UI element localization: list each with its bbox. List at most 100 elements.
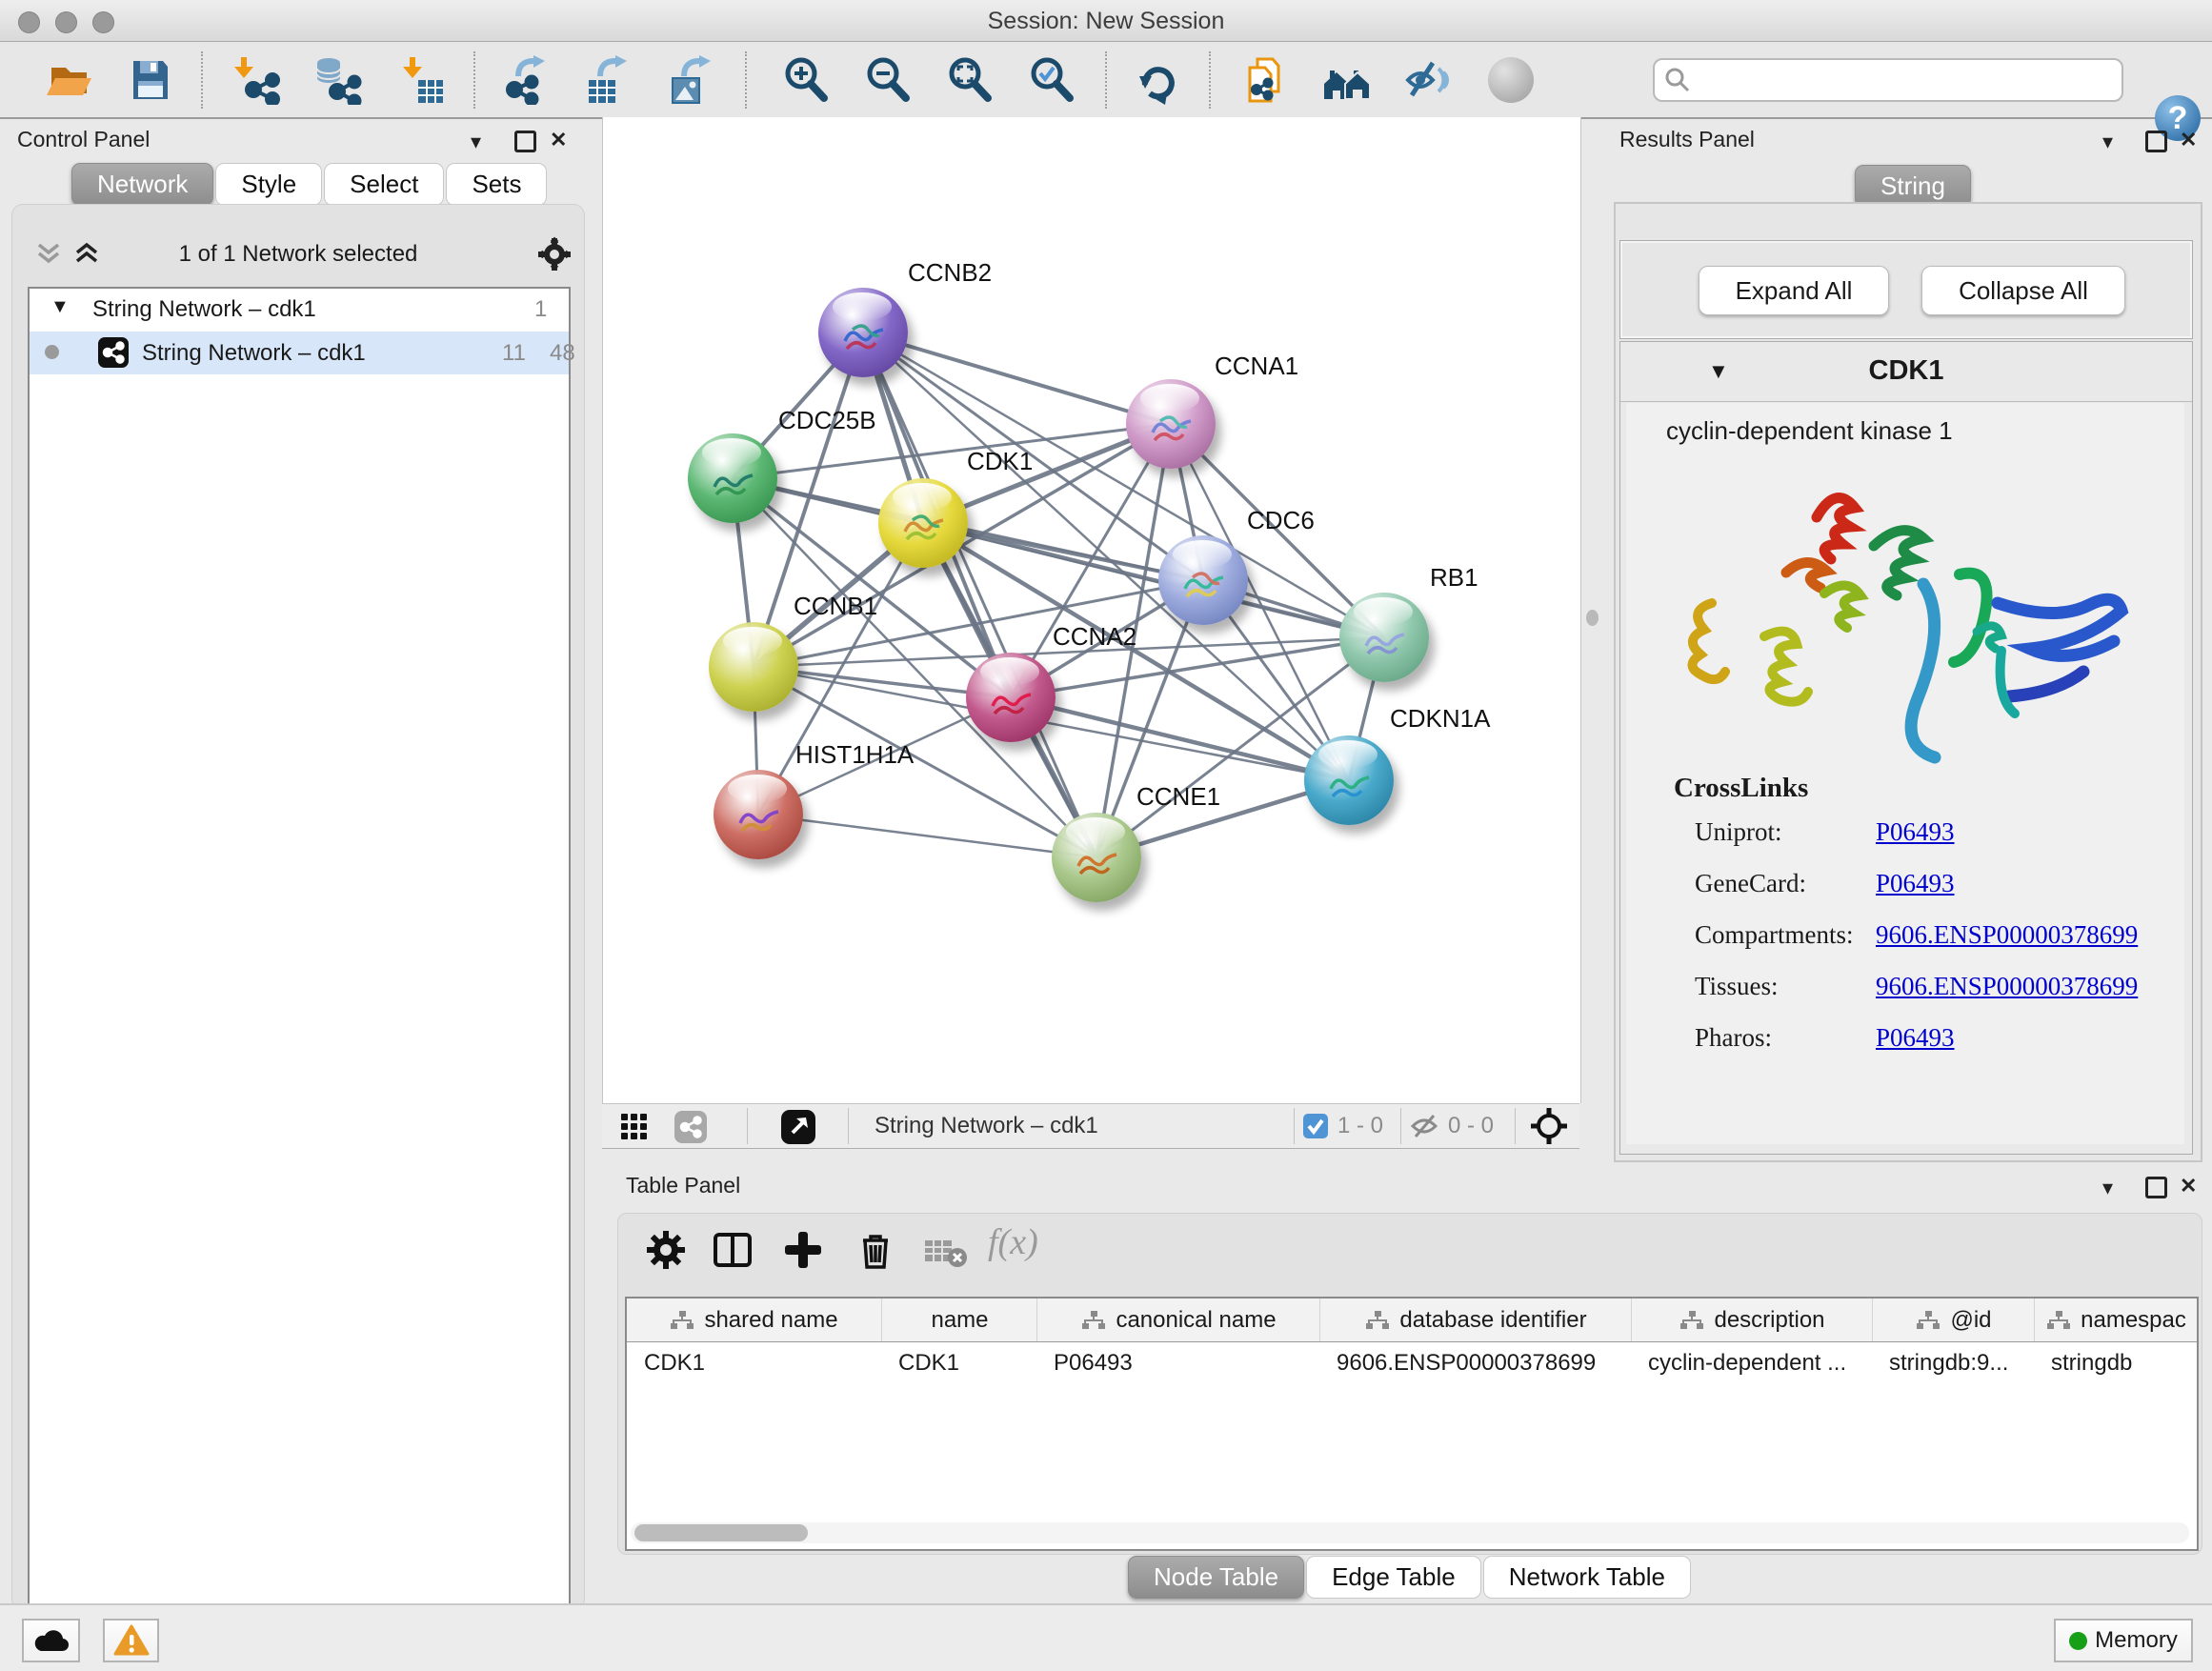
delete-table-icon [925,1237,969,1269]
table-cell[interactable]: CDK1 [627,1343,881,1383]
column-header-shared-name[interactable]: shared name [627,1299,881,1341]
delete-column-icon[interactable] [855,1229,896,1271]
gene-section-header[interactable]: ▼ CDK1 [1620,342,2192,402]
control-tab-select[interactable]: Select [324,163,444,206]
network-node-cdkn1a[interactable] [1304,735,1394,825]
export-network-icon[interactable] [501,55,551,105]
table-cell[interactable]: stringdb:9... [1872,1343,2034,1383]
zoom-selected-icon[interactable] [1027,55,1076,105]
network-node-ccna1[interactable] [1126,379,1216,469]
table-cell[interactable]: P06493 [1036,1343,1319,1383]
warning-icon [113,1624,150,1657]
refresh-icon[interactable] [1133,55,1182,105]
table-tab-network-table[interactable]: Network Table [1483,1556,1691,1599]
table-tab-edge-table[interactable]: Edge Table [1306,1556,1481,1599]
control-panel-close-icon[interactable]: ✕ [550,130,567,151]
status-bar: Memory [0,1603,2212,1671]
node-label-ccnb1: CCNB1 [794,592,877,621]
column-header-database-identifier[interactable]: database identifier [1319,1299,1632,1341]
network-collection-row[interactable]: ▼ String Network – cdk1 1 [30,289,569,332]
network-node-ccna2[interactable] [966,653,1056,742]
gene-name: CDK1 [1620,355,2192,387]
open-session-icon[interactable] [44,55,93,105]
table-panel-menu-icon[interactable]: ▾ [2102,1178,2113,1198]
crosslink-link[interactable]: P06493 [1876,1023,1955,1053]
crosslink-link[interactable]: P06493 [1876,817,1955,847]
window-title: Session: New Session [0,8,2212,35]
show-columns-icon[interactable] [712,1229,754,1271]
crosslink-row: GeneCard:P06493 [1674,856,1808,907]
network-node-ccnb2[interactable] [818,288,908,377]
selected-checkbox-icon[interactable] [1303,1114,1328,1138]
table-panel-tabs: Node TableEdge TableNetwork Table [1128,1556,1693,1598]
zoom-in-icon[interactable] [781,55,831,105]
import-network-icon[interactable] [232,55,282,105]
crosslink-link[interactable]: 9606.ENSP00000378699 [1876,972,2138,1001]
table-cell[interactable]: 9606.ENSP00000378699 [1319,1343,1631,1383]
network-node-ccne1[interactable] [1052,813,1141,902]
export-table-icon[interactable] [583,55,633,105]
table-cell[interactable]: CDK1 [881,1343,1036,1383]
add-column-icon[interactable] [782,1229,824,1271]
crosslink-label: Compartments: [1695,920,1853,950]
warnings-button[interactable] [103,1619,159,1662]
network-node-rb1[interactable] [1339,593,1429,682]
hidden-eye-icon[interactable] [1410,1113,1440,1139]
crosslink-link[interactable]: P06493 [1876,869,1955,898]
column-header-canonical-name[interactable]: canonical name [1036,1299,1320,1341]
save-session-icon[interactable] [126,55,175,105]
collection-expand-icon[interactable]: ▼ [50,296,70,318]
table-panel-title: Table Panel [626,1173,740,1198]
control-tab-style[interactable]: Style [215,163,322,206]
zoom-out-icon[interactable] [863,55,913,105]
node-label-ccne1: CCNE1 [1136,782,1220,812]
table-panel-close-icon[interactable]: ✕ [2180,1176,2197,1197]
network-edges [603,117,1580,1103]
table-cell[interactable]: cyclin-dependent ... [1631,1343,1872,1383]
import-network-database-icon[interactable] [313,55,363,105]
results-panel-menu-icon[interactable]: ▾ [2102,131,2113,152]
export-image-icon[interactable] [667,55,716,105]
network-node-cdk1[interactable] [878,478,968,568]
table-horizontal-scrollbar[interactable] [631,1522,2189,1543]
hide-panel-icon[interactable] [1404,55,1454,105]
control-tab-sets[interactable]: Sets [446,163,547,206]
network-node-cdc25b[interactable] [688,433,777,523]
network-options-gear-icon[interactable] [536,236,573,272]
control-tab-network[interactable]: Network [71,163,213,206]
search-input[interactable] [1699,62,2112,96]
memory-button[interactable]: Memory [2054,1619,2193,1662]
control-panel-float-icon[interactable] [514,131,536,152]
zoom-fit-icon[interactable] [945,55,995,105]
table-panel-float-icon[interactable] [2145,1177,2167,1198]
fit-selected-crosshair-icon[interactable] [1530,1107,1568,1145]
birds-eye-view-icon[interactable] [781,1110,815,1144]
collapse-all-button[interactable]: Collapse All [1921,266,2125,315]
expand-all-button[interactable]: Expand All [1699,266,1889,315]
column-header-description[interactable]: description [1631,1299,1873,1341]
column-header-namespac[interactable]: namespac [2034,1299,2198,1341]
network-node-cdc6[interactable] [1158,535,1248,625]
table-options-gear-icon[interactable] [645,1229,687,1271]
network-node-ccnb1[interactable] [709,622,798,712]
node-label-cdkn1a: CDKN1A [1390,704,1490,734]
cloud-button[interactable] [22,1619,80,1662]
grid-view-icon[interactable] [621,1114,648,1140]
results-panel-float-icon[interactable] [2145,131,2167,152]
control-panel-menu-icon[interactable]: ▾ [471,131,481,152]
vertical-splitter-handle[interactable] [1586,610,1599,626]
network-view-canvas[interactable]: CCNB2CCNA1CDC25BCDK1CDC6RB1CCNB1CCNA2CDK… [602,117,1581,1103]
show-panel-icon[interactable] [1488,57,1534,103]
import-table-icon[interactable] [397,55,447,105]
crosslink-link[interactable]: 9606.ENSP00000378699 [1876,920,2138,950]
table-tab-node-table[interactable]: Node Table [1128,1556,1304,1599]
network-node-hist1h1a[interactable] [714,770,803,859]
home-icon[interactable] [1322,55,1372,105]
results-panel-close-icon[interactable]: ✕ [2180,130,2197,151]
network-row-selected[interactable]: String Network – cdk1 11 48 [30,332,569,374]
column-header--id[interactable]: @id [1872,1299,2035,1341]
network-share-icon[interactable] [674,1111,707,1143]
column-header-name[interactable]: name [881,1299,1037,1341]
network-from-clipboard-icon[interactable] [1242,55,1292,105]
table-cell[interactable]: stringdb [2034,1343,2197,1383]
